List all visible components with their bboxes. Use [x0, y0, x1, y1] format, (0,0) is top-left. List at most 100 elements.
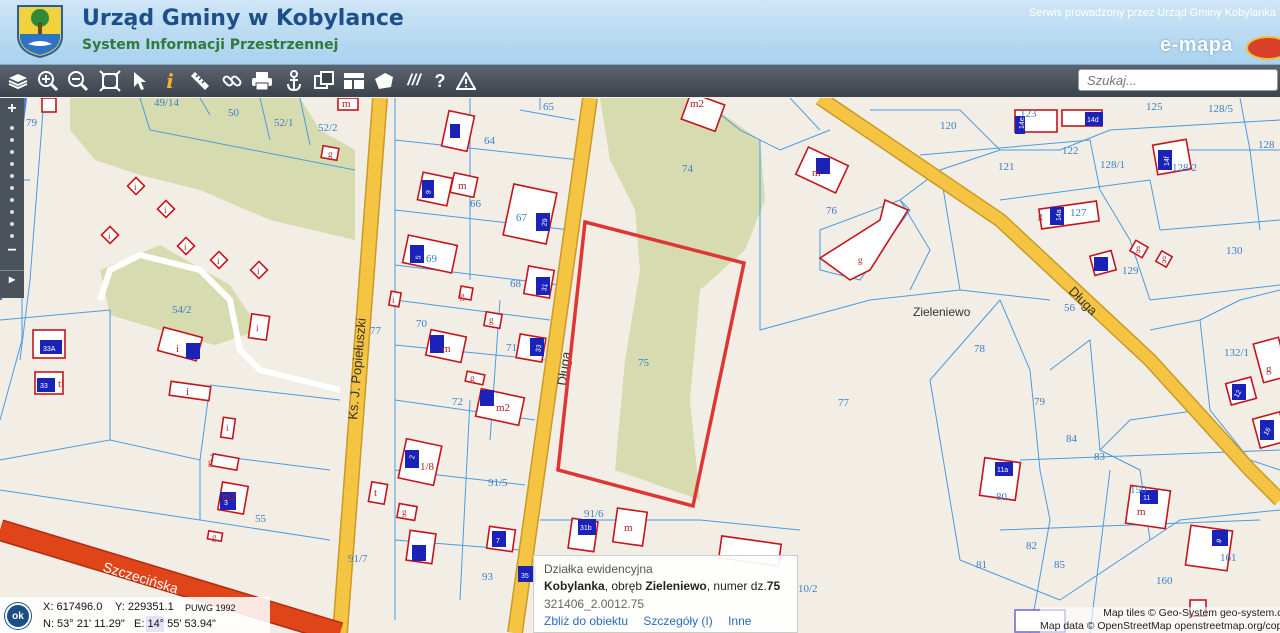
svg-text:g: g [1136, 243, 1141, 253]
map-canvas[interactable]: 33A 33 14e 14d 14f 14a 12 16 11 9 11a 3 … [0, 98, 1280, 633]
svg-text:121: 121 [998, 161, 1015, 173]
svg-text:66: 66 [470, 198, 482, 210]
service-note: Serwis prowadzony przez Urząd Gminy Koby… [1029, 7, 1276, 19]
zoom-out-icon[interactable] [66, 69, 90, 93]
svg-text:77: 77 [370, 325, 382, 337]
zoom-step[interactable] [10, 210, 14, 214]
svg-text:52/2: 52/2 [318, 122, 338, 134]
export-icon[interactable] [312, 69, 336, 93]
zoom-to-object-link[interactable]: Zbliż do obiektu [544, 614, 628, 628]
zoom-step[interactable] [10, 162, 14, 166]
svg-text:m: m [1137, 506, 1146, 518]
other-link[interactable]: Inne [728, 614, 751, 628]
zoom-in-icon[interactable] [36, 69, 60, 93]
ok-button[interactable]: ok [5, 603, 31, 629]
crest-icon [17, 5, 63, 58]
link-icon[interactable] [220, 69, 244, 93]
svg-text:m: m [624, 522, 633, 534]
zoom-step[interactable] [10, 138, 14, 142]
warning-icon[interactable] [454, 69, 478, 93]
place-name: Zieleniewo [913, 305, 971, 319]
svg-text:m2: m2 [690, 98, 704, 110]
legend-icon[interactable] [342, 69, 366, 93]
hatch-icon[interactable]: /// [402, 69, 426, 93]
coord-n: N: 53° 21' 11.29" [43, 618, 125, 630]
zoom-plus-button[interactable]: + [4, 100, 20, 118]
svg-text:123: 123 [1020, 108, 1037, 120]
svg-text:128/2: 128/2 [1172, 162, 1197, 174]
svg-text:85: 85 [1054, 559, 1066, 571]
svg-text:50: 50 [228, 107, 240, 119]
svg-text:161: 161 [1220, 552, 1237, 564]
svg-text:127: 127 [1070, 207, 1087, 219]
svg-text:g: g [212, 532, 217, 542]
svg-text:91/5: 91/5 [488, 477, 508, 489]
measure-icon[interactable] [188, 69, 212, 93]
svg-text:160: 160 [1156, 575, 1173, 587]
zoom-step[interactable] [10, 150, 14, 154]
svg-text:35: 35 [521, 573, 529, 580]
popup-id: 321406_2.0012.75 [544, 597, 645, 611]
svg-text:m: m [342, 98, 351, 110]
svg-text:33: 33 [40, 383, 48, 390]
svg-text:g: g [470, 373, 475, 383]
svg-text:64: 64 [484, 135, 496, 147]
zoom-step[interactable] [10, 174, 14, 178]
anchor-icon[interactable] [282, 69, 306, 93]
feature-popup: Działka ewidencyjna Kobylanka, obręb Zie… [533, 555, 798, 633]
svg-text:150: 150 [1130, 484, 1147, 496]
geo-system-logo [1246, 36, 1280, 60]
svg-text:g: g [489, 315, 494, 325]
svg-text:69: 69 [426, 253, 438, 265]
svg-text:m: m [442, 343, 451, 355]
zoom-step[interactable] [10, 186, 14, 190]
svg-text:i: i [176, 343, 179, 355]
zoom-step[interactable] [10, 234, 14, 238]
page-subtitle: System Informacji Przestrzennej [82, 37, 339, 53]
svg-text:i: i [186, 386, 189, 398]
coord-e: E: 14° 55' 53.94" [134, 618, 216, 630]
svg-text:g: g [402, 507, 407, 517]
layers-icon[interactable] [6, 69, 30, 93]
svg-text:14d: 14d [1087, 117, 1099, 124]
popup-details: Kobylanka, obręb Zieleniewo, numer dz.75 [544, 579, 787, 593]
svg-text:76: 76 [826, 205, 838, 217]
zoom-divider [0, 270, 24, 271]
panel-toggle-button[interactable]: ▸ [4, 272, 20, 286]
popup-district: Zieleniewo [645, 579, 707, 593]
svg-text:84: 84 [1066, 433, 1078, 445]
popup-links: Zbliż do obiektu Szczegóły (I) Inne [544, 614, 787, 628]
svg-text:79: 79 [26, 117, 38, 129]
svg-text:7: 7 [496, 538, 500, 545]
zoom-minus-button[interactable]: − [4, 242, 20, 260]
svg-text:70: 70 [416, 318, 428, 330]
svg-text:83: 83 [1094, 451, 1106, 463]
svg-text:ti: ti [58, 378, 64, 390]
zoom-step[interactable] [10, 222, 14, 226]
info-icon[interactable]: i [158, 69, 182, 93]
help-icon[interactable]: ? [428, 69, 452, 93]
coord-x: X: 617496.0 [43, 601, 103, 613]
details-link[interactable]: Szczegóły (I) [643, 614, 712, 628]
zoom-step[interactable] [10, 198, 14, 202]
svg-text:14f: 14f [1164, 156, 1171, 166]
svg-text:31: 31 [541, 283, 549, 292]
popup-parcel: 75 [766, 579, 781, 593]
search-input[interactable] [1078, 69, 1278, 91]
svg-text:m: m [458, 180, 467, 192]
svg-text:g: g [208, 457, 213, 467]
zoom-step[interactable] [10, 126, 14, 130]
attribution-data[interactable]: Map data © OpenStreetMap openstreetmap.o… [1040, 620, 1280, 633]
pointer-icon[interactable] [128, 69, 152, 93]
coordinate-panel: ok X: 617496.0 Y: 229351.1 PUWG 1992 N: … [0, 597, 270, 633]
popup-type: Działka ewidencyjna [544, 562, 653, 576]
attribution-tiles[interactable]: Map tiles © Geo-System geo-system.com.pl [1040, 607, 1280, 620]
print-icon[interactable] [250, 69, 274, 93]
zoom-extent-icon[interactable] [98, 69, 122, 93]
svg-text:93: 93 [482, 571, 494, 583]
svg-text:t: t [374, 487, 377, 499]
map-attribution: Map tiles © Geo-System geo-system.com.pl… [1040, 607, 1280, 633]
svg-text:33: 33 [535, 344, 543, 353]
shape-icon[interactable] [372, 69, 396, 93]
svg-text:52/1: 52/1 [274, 117, 294, 129]
